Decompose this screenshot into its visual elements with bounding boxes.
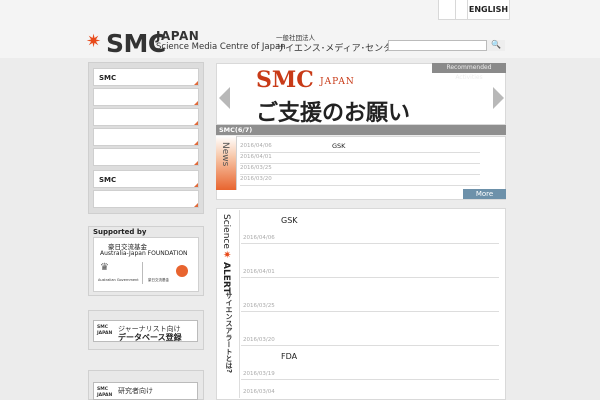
science-alert-label-top: Science	[221, 214, 231, 249]
alert-row[interactable]: 2016/04/01	[241, 244, 499, 278]
alert-title[interactable]: GSK	[281, 216, 298, 225]
banner-smc: SMC	[256, 67, 314, 93]
sidebar-item[interactable]	[93, 108, 199, 126]
banner-next-icon[interactable]	[493, 87, 504, 109]
news-date: 2016/04/06	[240, 143, 272, 149]
science-alert-label-bottom: ALERT	[221, 262, 231, 294]
alert-title[interactable]: FDA	[281, 352, 297, 361]
sidebar-item[interactable]	[93, 128, 199, 146]
banner-label: Recommended Activities	[432, 63, 506, 81]
news-date: 2016/03/20	[240, 176, 272, 182]
alert-row[interactable]: 2016/03/25	[241, 278, 499, 312]
journalist-db-button[interactable]: SMC JAPAN ジャーナリスト向け データベース登録	[93, 320, 198, 342]
alert-date: 2016/03/20	[243, 337, 275, 343]
search-icon[interactable]: 🔍	[486, 40, 505, 51]
logo-subtitle[interactable]: Science Media Centre of Japan	[156, 42, 286, 52]
foundation-logo-icon	[176, 265, 188, 277]
alert-date: 2016/03/25	[243, 303, 275, 309]
supported-by-title: Supported by	[93, 228, 147, 236]
banner-title: ご支援のお願い	[256, 100, 411, 126]
logo-ja: サイエンス･メディア･センター	[276, 44, 402, 54]
sidebar-item[interactable]	[93, 88, 199, 106]
news-title[interactable]: GSK	[332, 141, 345, 151]
english-link[interactable]: ENGLISH	[467, 0, 510, 20]
news-side-label: News	[220, 142, 230, 167]
banner-japan: JAPAN	[320, 77, 355, 87]
sponsor-gov: Australian Government	[98, 278, 139, 282]
journalist-db-line2: データベース登録	[118, 333, 182, 342]
news-header: SMC(6/7)	[216, 125, 506, 135]
sidebar-item-smc-2[interactable]: SMC	[93, 170, 199, 188]
sidebar-item[interactable]	[93, 148, 199, 166]
more-button[interactable]: More	[463, 189, 506, 199]
sponsor-org-en: Australia-Japan FOUNDATION	[100, 250, 188, 257]
smc-db-icon: SMC JAPAN	[97, 325, 113, 336]
logo-japan[interactable]: JAPAN	[156, 29, 199, 43]
sponsor-divider	[142, 262, 143, 284]
sponsor-logo[interactable]: 豪日交流基金 Australia-Japan FOUNDATION ♛ Aust…	[93, 237, 199, 292]
science-alert-about-link[interactable]: サイエンスアラートとは?	[224, 292, 234, 373]
researcher-db-button[interactable]: SMC JAPAN 研究者向け	[93, 382, 198, 400]
banner-prev-icon[interactable]	[219, 87, 230, 109]
alert-star-icon: ✷	[223, 250, 232, 261]
news-row[interactable]: 2016/03/20	[240, 174, 480, 186]
news-date: 2016/03/25	[240, 165, 272, 171]
alert-date: 2016/04/01	[243, 269, 275, 275]
sponsor-org-ja-2: 豪日交流基金	[148, 278, 169, 282]
alert-row[interactable]: 2016/03/04	[241, 370, 499, 397]
alert-row[interactable]: 2016/04/06 GSK	[241, 210, 499, 244]
coat-of-arms-icon: ♛	[100, 262, 109, 273]
lang-tab-1[interactable]	[438, 0, 456, 20]
alert-date: 2016/04/06	[243, 235, 275, 241]
sidebar-item-smc[interactable]: SMC	[93, 68, 199, 86]
news-date: 2016/04/01	[240, 154, 272, 160]
smc-logo-star-icon[interactable]: ✷	[86, 33, 104, 51]
alert-date: 2016/03/04	[243, 389, 275, 395]
alert-row[interactable]: 2016/03/20	[241, 312, 499, 346]
researcher-db-line1: 研究者向け	[118, 387, 153, 395]
smc-db-icon-2: SMC JAPAN	[97, 387, 113, 398]
sidebar-item[interactable]	[93, 190, 199, 208]
